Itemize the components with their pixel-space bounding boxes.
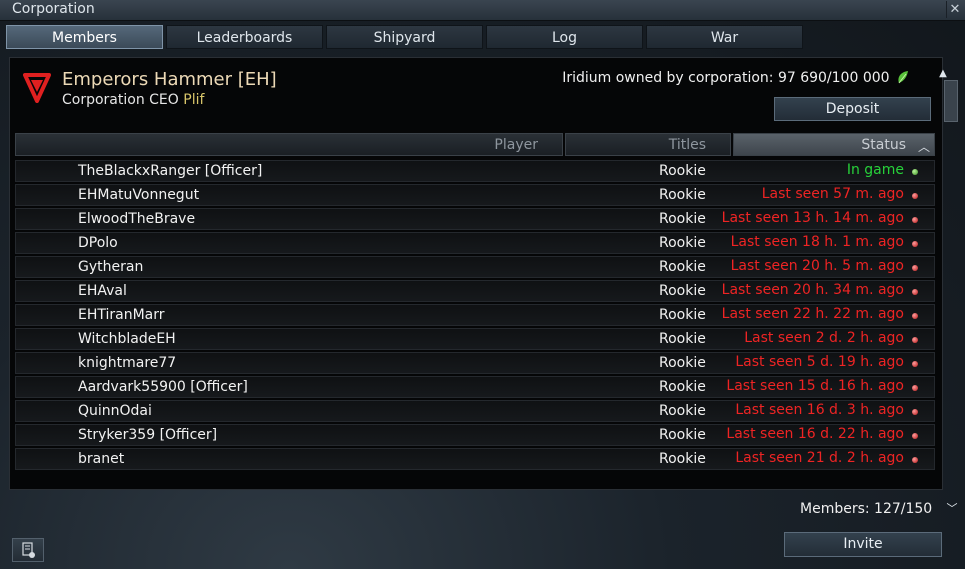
status-dot-icon [912, 409, 918, 415]
member-player-name[interactable]: Stryker359 [Officer] [78, 427, 217, 443]
table-row[interactable]: branet Rookie Last seen 21 d. 2 h. ago [15, 448, 935, 470]
members-count: Members: 127/150 [800, 501, 933, 517]
window-title: Corporation [12, 1, 95, 17]
status-dot-icon [912, 289, 918, 295]
member-player-name[interactable]: WitchbladeEH [78, 331, 176, 347]
iridium-status: Iridium owned by corporation: 97 690/100… [562, 70, 910, 86]
member-status: Last seen 20 h. 34 m. ago [721, 282, 904, 298]
member-player-name[interactable]: EHMatuVonnegut [78, 187, 199, 203]
tab-shipyard[interactable]: Shipyard [326, 25, 483, 49]
member-status: Last seen 18 h. 1 m. ago [730, 234, 904, 250]
status-dot-icon [912, 313, 918, 319]
member-title: Rookie [659, 427, 706, 443]
column-header-player[interactable]: Player [15, 133, 563, 156]
table-row[interactable]: WitchbladeEH Rookie Last seen 2 d. 2 h. ag… [15, 328, 935, 350]
status-dot-icon [912, 217, 918, 223]
close-icon[interactable]: ✕ [946, 1, 963, 18]
table-row[interactable]: Gytheran Rookie Last seen 20 h. 5 m. ago [15, 256, 935, 278]
table-row[interactable]: DPolo Rookie Last seen 18 h. 1 m. ago [15, 232, 935, 254]
member-title: Rookie [659, 283, 706, 299]
status-dot-icon [912, 361, 918, 367]
table-row[interactable]: ElwoodTheBrave Rookie Last seen 13 h. 14 m… [15, 208, 935, 230]
table-row[interactable]: TheBlackxRanger [Officer] Rookie In game [15, 160, 935, 182]
member-title: Rookie [659, 379, 706, 395]
member-title: Rookie [659, 211, 706, 227]
member-status: Last seen 2 d. 2 h. ago [744, 330, 904, 346]
tab-members[interactable]: Members [6, 25, 163, 49]
members-panel: Emperors Hammer [EH] Corporation CEO Pli… [9, 57, 943, 490]
member-title: Rookie [659, 235, 706, 251]
member-status: Last seen 15 d. 16 h. ago [726, 378, 904, 394]
table-row[interactable]: Aardvark55900 [Officer] Rookie Last seen 1… [15, 376, 935, 398]
scrollbar-thumb[interactable] [944, 80, 958, 122]
member-player-name[interactable]: DPolo [78, 235, 118, 251]
member-status: Last seen 20 h. 5 m. ago [730, 258, 904, 274]
table-row[interactable]: EHTiranMarr Rookie Last seen 22 h. 22 m. a… [15, 304, 935, 326]
status-dot-icon [912, 241, 918, 247]
member-player-name[interactable]: knightmare77 [78, 355, 176, 371]
member-title: Rookie [659, 355, 706, 371]
scroll-up-icon[interactable]: ▲ [936, 68, 950, 80]
table-row[interactable]: Stryker359 [Officer] Rookie Last seen 16 d… [15, 424, 935, 446]
corporation-name: Emperors Hammer [EH] [62, 69, 277, 90]
member-title: Rookie [659, 307, 706, 323]
column-header-titles[interactable]: Titles [565, 133, 731, 156]
document-button[interactable] [12, 538, 44, 562]
member-player-name[interactable]: TheBlackxRanger [Officer] [78, 163, 262, 179]
iridium-icon [898, 71, 908, 84]
iridium-text: Iridium owned by corporation: 97 690/100… [562, 70, 890, 86]
status-dot-icon [912, 385, 918, 391]
document-icon [22, 542, 35, 558]
table-row[interactable]: EHAval Rookie Last seen 20 h. 34 m. ago [15, 280, 935, 302]
member-status: Last seen 22 h. 22 m. ago [721, 306, 904, 322]
invite-button[interactable]: Invite [784, 532, 942, 557]
column-header-status-label: Status [861, 137, 906, 153]
member-player-name[interactable]: Aardvark55900 [Officer] [78, 379, 248, 395]
sort-ascending-icon: ︿ [917, 140, 930, 154]
member-player-name[interactable]: QuinnOdai [78, 403, 152, 419]
table-row[interactable]: EHMatuVonnegut Rookie Last seen 57 m. ago [15, 184, 935, 206]
status-dot-icon [912, 169, 918, 175]
member-player-name[interactable]: EHTiranMarr [78, 307, 165, 323]
member-status: In game [846, 162, 904, 178]
status-dot-icon [912, 193, 918, 199]
member-status: Last seen 21 d. 2 h. ago [735, 450, 904, 466]
table-row[interactable]: QuinnOdai Rookie Last seen 16 d. 3 h. ago [15, 400, 935, 422]
ceo-label: Corporation CEO [62, 92, 179, 108]
tab-war[interactable]: War [646, 25, 803, 49]
status-dot-icon [912, 433, 918, 439]
window-titlebar: Corporation ✕ [0, 0, 965, 21]
member-player-name[interactable]: Gytheran [78, 259, 143, 275]
member-title: Rookie [659, 163, 706, 179]
status-dot-icon [912, 337, 918, 343]
member-status: Last seen 16 d. 3 h. ago [735, 402, 904, 418]
member-title: Rookie [659, 187, 706, 203]
member-status: Last seen 57 m. ago [761, 186, 904, 202]
table-row[interactable]: knightmare77 Rookie Last seen 5 d. 19 h. a… [15, 352, 935, 374]
member-title: Rookie [659, 451, 706, 467]
member-title: Rookie [659, 331, 706, 347]
members-list: TheBlackxRanger [Officer] Rookie In game EH… [15, 160, 935, 472]
member-player-name[interactable]: ElwoodTheBrave [78, 211, 195, 227]
column-header-status[interactable]: Status ︿ [733, 133, 935, 156]
status-dot-icon [912, 457, 918, 463]
member-title: Rookie [659, 259, 706, 275]
tab-log[interactable]: Log [486, 25, 643, 49]
tab-leaderboards[interactable]: Leaderboards [166, 25, 323, 49]
member-status: Last seen 13 h. 14 m. ago [721, 210, 904, 226]
member-player-name[interactable]: branet [78, 451, 124, 467]
member-title: Rookie [659, 403, 706, 419]
member-status: Last seen 16 d. 22 h. ago [726, 426, 904, 442]
corporation-logo-icon [23, 73, 51, 103]
status-dot-icon [912, 265, 918, 271]
table-header: Player Titles Status ︿ [15, 133, 935, 157]
ceo-line: Corporation CEO Plif [62, 92, 204, 108]
member-player-name[interactable]: EHAval [78, 283, 127, 299]
deposit-button[interactable]: Deposit [774, 97, 931, 121]
ceo-name[interactable]: Plif [183, 92, 204, 108]
scroll-down-icon[interactable]: ﹀ [944, 500, 960, 515]
member-status: Last seen 5 d. 19 h. ago [735, 354, 904, 370]
